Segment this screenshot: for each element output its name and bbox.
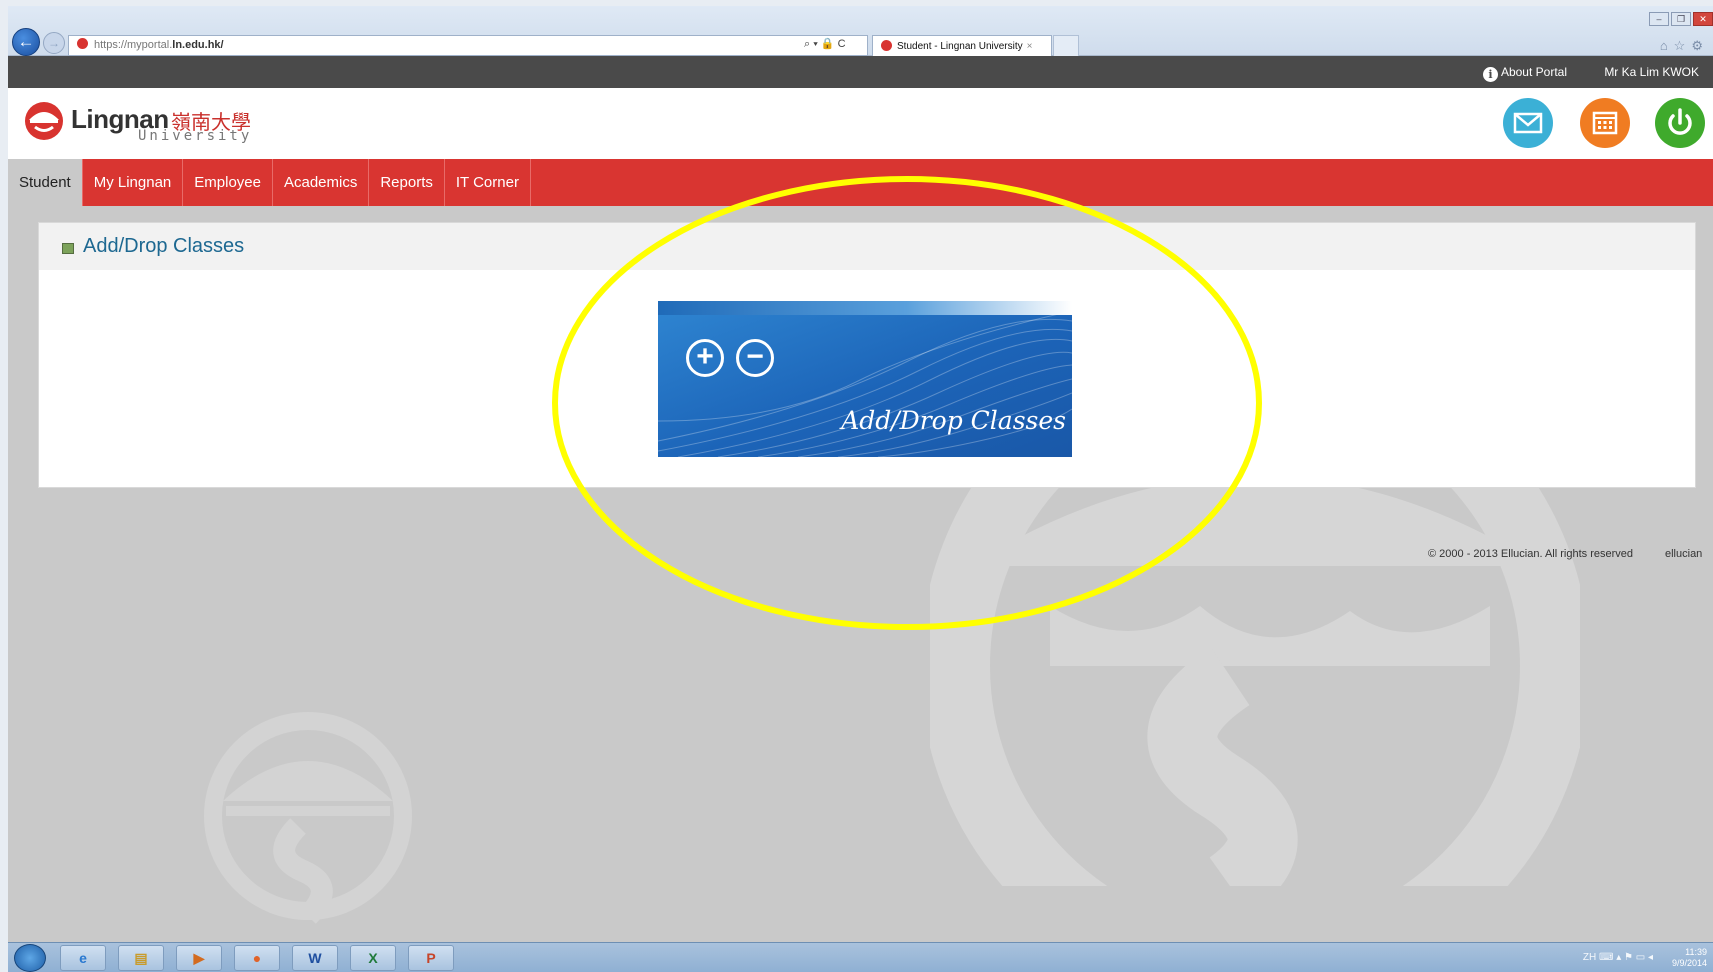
address-tools[interactable]: ⌕ ▾ 🔒 C — [804, 35, 846, 54]
powerpoint-icon[interactable]: P — [408, 945, 454, 971]
panel-title: Add/Drop Classes — [83, 235, 245, 257]
browser-window: ← → https://myportal.ln.edu.hk/ ⌕ ▾ 🔒 C … — [8, 6, 1713, 972]
system-tray-icons[interactable]: ZH ⌨ ▴ ⚑ ▭ ◂ — [1583, 952, 1653, 963]
browser-toolbar: ← → https://myportal.ln.edu.hk/ ⌕ ▾ 🔒 C … — [8, 6, 1713, 58]
nav-tab-student[interactable]: Student — [8, 159, 83, 206]
portal-topbar: i About Portal Mr Ka Lim KWOK — [8, 56, 1713, 88]
back-button[interactable]: ← — [12, 28, 40, 56]
url-domain: ln.edu.hk/ — [172, 39, 224, 51]
mail-icon — [1513, 112, 1543, 134]
nav-tab-reports[interactable]: Reports — [369, 159, 445, 206]
about-portal-label: About Portal — [1500, 65, 1567, 79]
window-controls: – ❐ ✕ — [1649, 12, 1713, 26]
address-bar[interactable]: https://myportal.ln.edu.hk/ — [68, 35, 868, 56]
clock-time: 11:39 — [1685, 947, 1707, 957]
close-window-icon[interactable]: ✕ — [1693, 12, 1713, 26]
copyright-text: © 2000 - 2013 Ellucian. All rights reser… — [1428, 548, 1633, 560]
mail-button[interactable] — [1503, 98, 1553, 148]
ellucian-brand[interactable]: ellucian — [1665, 548, 1702, 560]
firefox-icon[interactable]: ● — [234, 945, 280, 971]
restore-icon[interactable]: ❐ — [1671, 12, 1691, 26]
calendar-icon — [1592, 111, 1618, 135]
excel-icon[interactable]: X — [350, 945, 396, 971]
start-icon[interactable] — [14, 944, 46, 972]
nav-tab-academics[interactable]: Academics — [273, 159, 370, 206]
ie-icon[interactable]: e — [60, 945, 106, 971]
nav-tab-it-corner[interactable]: IT Corner — [445, 159, 531, 206]
tray-language[interactable]: ZH — [1583, 952, 1596, 963]
calendar-button[interactable] — [1580, 98, 1630, 148]
tab-close-icon[interactable]: × — [1027, 41, 1033, 52]
logo-text-university: University — [138, 128, 253, 144]
watermark-small-logo-icon — [204, 712, 412, 924]
word-icon[interactable]: W — [292, 945, 338, 971]
about-portal-link[interactable]: i About Portal — [1482, 65, 1567, 82]
media-player-icon[interactable]: ▶ — [176, 945, 222, 971]
panel-icon — [62, 243, 74, 254]
forward-button[interactable]: → — [43, 32, 65, 54]
tab-title: Student - Lingnan University — [897, 41, 1023, 52]
nav-tab-employee[interactable]: Employee — [183, 159, 273, 206]
highlight-ellipse — [552, 176, 1262, 630]
new-tab-button[interactable] — [1053, 35, 1079, 58]
tab-favicon-icon — [881, 40, 892, 51]
info-icon: i — [1482, 67, 1498, 82]
site-favicon-icon — [77, 38, 88, 49]
clock-date: 9/9/2014 — [1671, 958, 1707, 968]
windows-taskbar: e ▤ ▶ ● W X P ZH ⌨ ▴ ⚑ ▭ ◂ 11:39 9/9/201… — [8, 942, 1713, 972]
nav-tab-my-lingnan[interactable]: My Lingnan — [83, 159, 184, 206]
system-clock[interactable]: 11:39 9/9/2014 — [1672, 947, 1707, 969]
power-icon — [1668, 108, 1692, 135]
lingnan-logo-icon[interactable] — [23, 100, 65, 142]
minimize-icon[interactable]: – — [1649, 12, 1669, 26]
browser-tab[interactable]: Student - Lingnan University × — [872, 35, 1052, 58]
explorer-icon[interactable]: ▤ — [118, 945, 164, 971]
portal-header: Lingnan 嶺南大學 University — [8, 88, 1713, 159]
browser-tool-icons[interactable]: ⌂☆⚙ — [1660, 38, 1709, 54]
logout-button[interactable] — [1655, 98, 1705, 148]
url-prefix: https://myportal. — [94, 39, 173, 51]
user-name[interactable]: Mr Ka Lim KWOK — [1604, 65, 1699, 79]
